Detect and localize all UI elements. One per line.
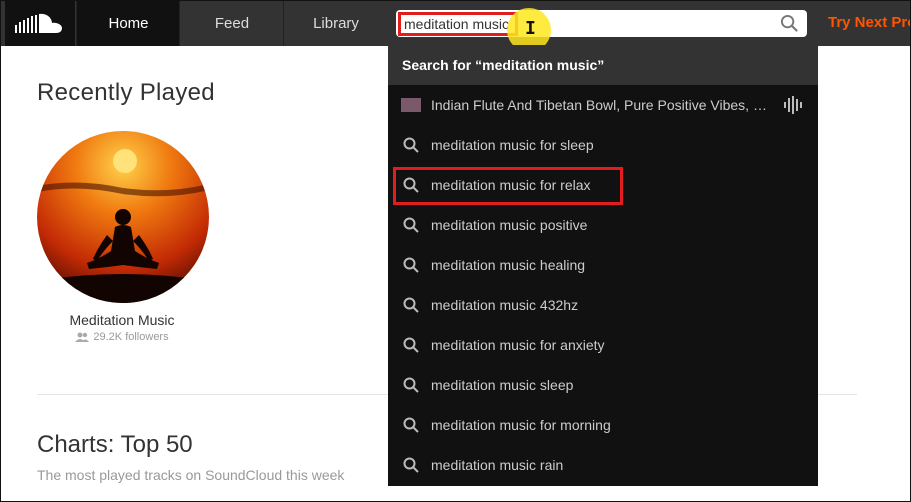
search-bar: [396, 10, 807, 37]
search-icon[interactable]: [780, 14, 799, 33]
suggestion-text: meditation music for sleep: [431, 137, 594, 153]
search-icon: [403, 297, 419, 313]
soundcloud-logo-icon: [15, 13, 62, 33]
suggestion-item[interactable]: meditation music for relax: [388, 165, 818, 205]
suggestion-text: meditation music for morning: [431, 417, 611, 433]
search-suggestions-dropdown: Search for “meditation music” Indian Flu…: [388, 45, 818, 486]
try-next-pro-link[interactable]: Try Next Pro: [828, 14, 910, 31]
nav-feed[interactable]: Feed: [179, 1, 284, 46]
search-icon: [403, 377, 419, 393]
suggestion-item[interactable]: meditation music for morning: [388, 405, 818, 445]
search-icon: [403, 457, 419, 473]
suggestion-text: meditation music rain: [431, 457, 564, 473]
search-icon: [403, 417, 419, 433]
charts-subtitle: The most played tracks on SoundCloud thi…: [37, 467, 345, 483]
artist-name[interactable]: Meditation Music: [37, 312, 207, 328]
suggestion-text: meditation music for relax: [431, 177, 591, 193]
followers-text: 29.2K followers: [93, 331, 169, 343]
search-for-query[interactable]: Search for “meditation music”: [388, 45, 818, 85]
charts-heading: Charts: Top 50: [37, 431, 193, 458]
suggestion-item[interactable]: meditation music for sleep: [388, 125, 818, 165]
track-thumbnail: [401, 98, 421, 112]
top-header: Home Feed Library I Try Next Pro: [1, 1, 910, 52]
suggestion-item[interactable]: meditation music rain: [388, 445, 818, 485]
meditation-music-artwork[interactable]: [37, 131, 209, 303]
search-icon: [403, 217, 419, 233]
search-icon: [403, 177, 419, 193]
nav-home[interactable]: Home: [76, 1, 180, 46]
search-icon: [403, 137, 419, 153]
suggested-track-title: Indian Flute And Tibetan Bowl, Pure Posi…: [431, 97, 776, 113]
suggestion-text: meditation music sleep: [431, 377, 574, 393]
suggestion-text: meditation music 432hz: [431, 297, 579, 313]
suggestion-item[interactable]: meditation music for anxiety: [388, 325, 818, 365]
suggestion-item[interactable]: meditation music healing: [388, 245, 818, 285]
suggested-track[interactable]: Indian Flute And Tibetan Bowl, Pure Posi…: [388, 85, 818, 125]
app-window: Home Feed Library I Try Next Pro Recentl…: [0, 0, 911, 502]
suggestion-text: meditation music healing: [431, 257, 586, 273]
suggestion-text: meditation music positive: [431, 217, 588, 233]
search-input[interactable]: [396, 10, 766, 37]
recently-played-heading: Recently Played: [37, 79, 215, 106]
search-icon: [403, 257, 419, 273]
suggestion-item[interactable]: meditation music positive: [388, 205, 818, 245]
waveform-icon: [784, 96, 802, 114]
nav-library[interactable]: Library: [283, 1, 388, 46]
search-icon: [403, 337, 419, 353]
suggestion-text: meditation music for anxiety: [431, 337, 605, 353]
suggestion-item[interactable]: meditation music sleep: [388, 365, 818, 405]
text-cursor-icon: I: [525, 18, 536, 39]
meditation-artwork-image: [37, 131, 209, 303]
suggestion-item[interactable]: meditation music 432hz: [388, 285, 818, 325]
followers-icon: [75, 332, 90, 342]
followers-count: 29.2K followers: [37, 331, 207, 343]
soundcloud-logo[interactable]: [5, 1, 75, 46]
